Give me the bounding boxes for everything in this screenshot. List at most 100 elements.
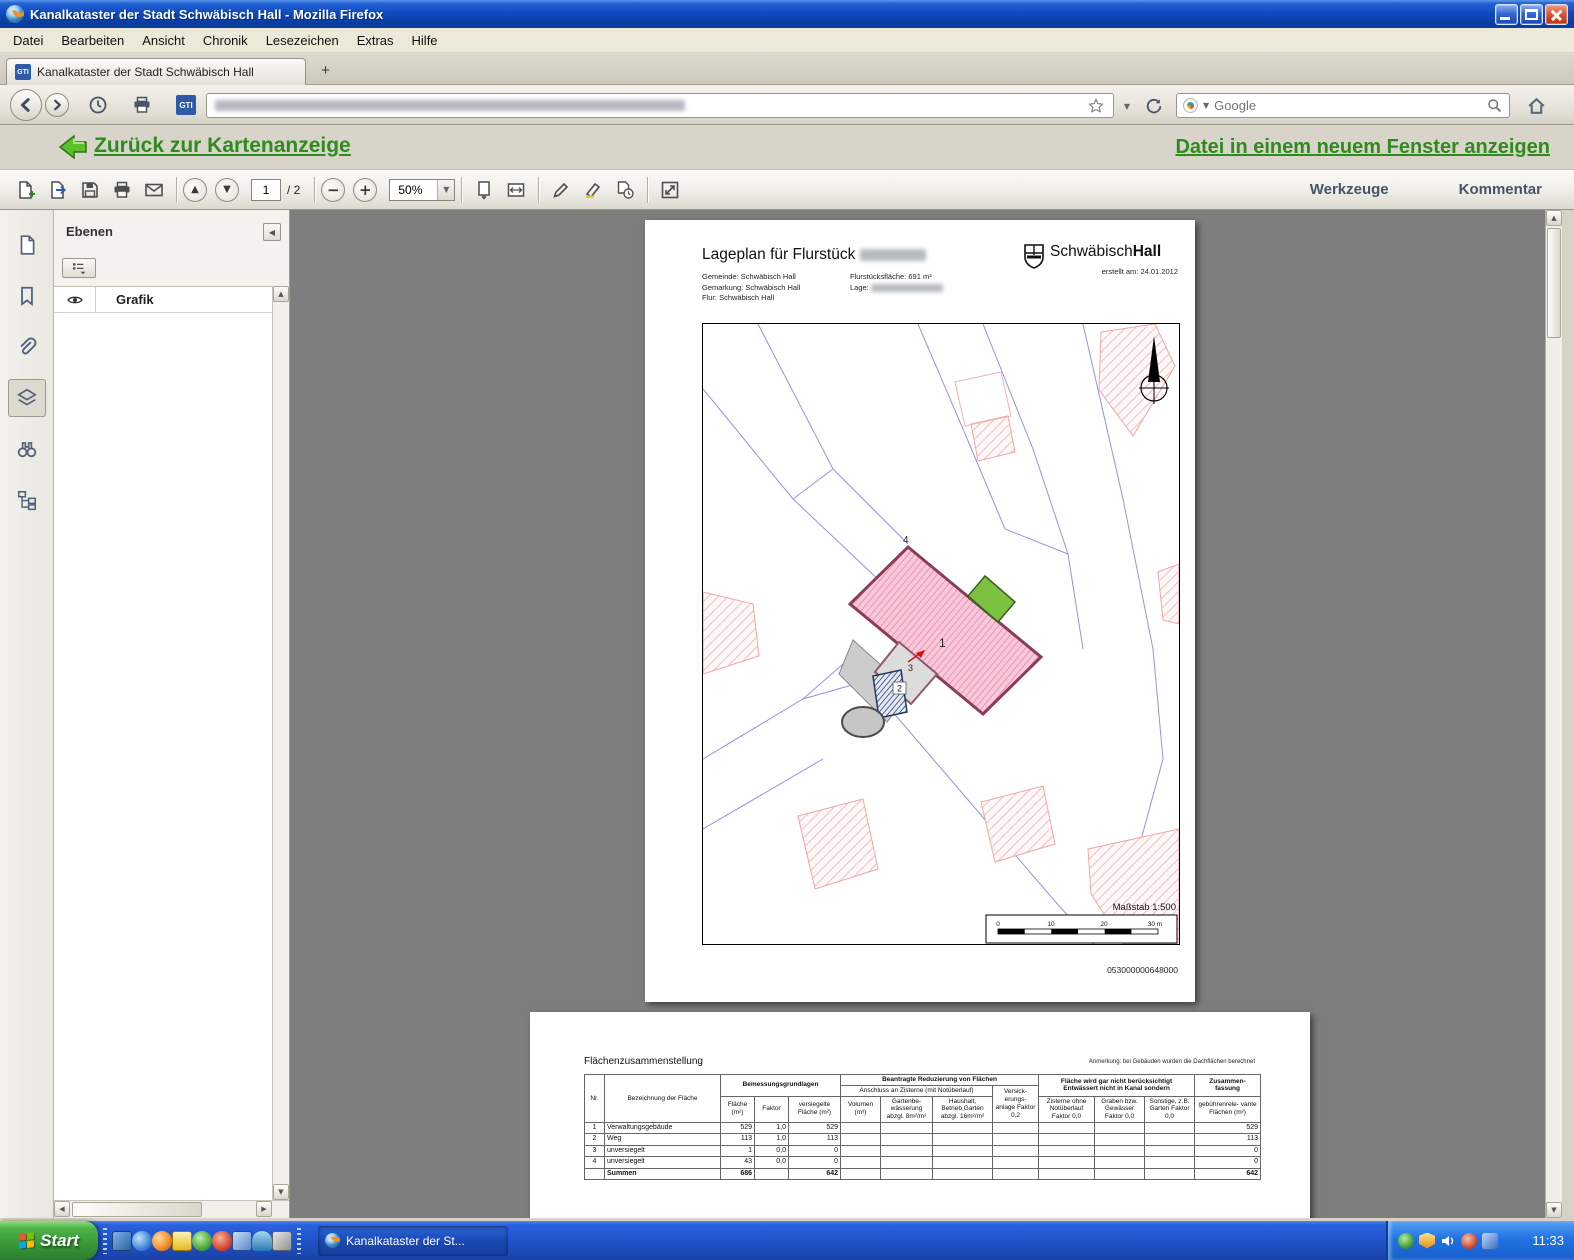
search-icon[interactable]	[8, 430, 46, 468]
page-number-input[interactable]	[251, 179, 281, 201]
scrollbar-thumb[interactable]	[1547, 228, 1561, 338]
print-document-icon[interactable]	[106, 176, 138, 204]
tray-icon[interactable]	[1398, 1233, 1414, 1249]
create-pdf-icon[interactable]	[10, 176, 42, 204]
tray-shield-icon[interactable]	[1419, 1233, 1435, 1249]
scroll-up-icon[interactable]: ▲	[273, 286, 289, 302]
model-tree-icon[interactable]	[8, 481, 46, 519]
table-cell: 0	[1195, 1157, 1261, 1168]
quicklaunch-icon[interactable]	[192, 1231, 212, 1251]
page-thumbnails-icon[interactable]	[8, 226, 46, 264]
layer-row-grafik[interactable]: Grafik	[54, 287, 289, 313]
history-icon[interactable]	[84, 91, 112, 119]
scroll-right-icon[interactable]: ▶	[256, 1201, 272, 1217]
pdf-viewer: Ebenen ◀ Grafik ▲ ▼ ◀ ▶	[0, 210, 1574, 1218]
table-cell	[993, 1157, 1039, 1168]
redacted-url-text	[215, 100, 685, 111]
tools-panel-button[interactable]: Werkzeuge	[1310, 181, 1389, 198]
menu-extras[interactable]: Extras	[348, 30, 403, 51]
collapse-panel-icon[interactable]: ◀	[263, 223, 281, 241]
panel-vertical-scrollbar[interactable]: ▲ ▼	[272, 286, 289, 1200]
tray-icon[interactable]	[1482, 1233, 1498, 1249]
table-cell: 113	[1195, 1134, 1261, 1145]
tray-volume-icon[interactable]	[1440, 1233, 1456, 1249]
gti-site-button[interactable]: GTI	[172, 91, 200, 119]
url-bar[interactable]	[206, 93, 1114, 118]
menu-lesezeichen[interactable]: Lesezeichen	[257, 30, 348, 51]
windows-flag-icon	[19, 1232, 34, 1249]
quicklaunch-icon[interactable]	[252, 1231, 272, 1251]
menu-hilfe[interactable]: Hilfe	[403, 30, 447, 51]
panel-horizontal-scrollbar[interactable]: ◀ ▶	[54, 1200, 289, 1218]
search-box[interactable]: ▼	[1176, 93, 1510, 118]
document-vertical-scrollbar[interactable]: ▲ ▼	[1545, 210, 1562, 1218]
zoom-out-button[interactable]: −	[321, 178, 345, 202]
back-button[interactable]	[10, 89, 42, 121]
quicklaunch-icon[interactable]	[212, 1231, 232, 1251]
open-in-new-window-link[interactable]: Datei in einem neuem Fenster anzeigen	[1175, 136, 1550, 159]
tray-icon[interactable]	[1461, 1233, 1477, 1249]
layers-icon[interactable]	[8, 379, 46, 417]
fill-sign-icon[interactable]	[545, 176, 577, 204]
next-page-button[interactable]: ▼	[215, 178, 239, 202]
scroll-down-icon[interactable]: ▼	[273, 1184, 289, 1200]
export-pdf-icon[interactable]	[42, 176, 74, 204]
bookmarks-icon[interactable]	[8, 277, 46, 315]
url-dropdown-icon[interactable]: ▼	[1118, 96, 1136, 116]
save-icon[interactable]	[74, 176, 106, 204]
document-area[interactable]: Lageplan für Flurstück Gemeinde: Schwäbi…	[290, 210, 1545, 1218]
attachments-icon[interactable]	[8, 328, 46, 366]
fullscreen-icon[interactable]	[654, 176, 686, 204]
home-icon[interactable]	[1522, 91, 1550, 119]
bookmark-star-icon[interactable]	[1087, 97, 1105, 115]
menu-chronik[interactable]: Chronik	[194, 30, 257, 51]
layer-visibility-eye-icon[interactable]	[54, 287, 96, 312]
scroll-up-icon[interactable]: ▲	[1546, 210, 1562, 226]
quicklaunch-icon[interactable]	[132, 1231, 152, 1251]
quicklaunch-icon[interactable]	[172, 1231, 192, 1251]
zoom-in-button[interactable]: +	[353, 178, 377, 202]
zoom-dropdown-icon[interactable]: ▼	[437, 180, 454, 200]
email-icon[interactable]	[138, 176, 170, 204]
taskband-grip[interactable]	[297, 1228, 301, 1254]
minimize-button[interactable]	[1495, 4, 1518, 25]
start-button[interactable]: Start	[0, 1221, 98, 1260]
comment-panel-button[interactable]: Kommentar	[1459, 181, 1542, 198]
scroll-left-icon[interactable]: ◀	[54, 1201, 70, 1217]
highlight-icon[interactable]	[577, 176, 609, 204]
table-cell: 113	[721, 1134, 755, 1145]
tab-kanalkataster[interactable]: GTI Kanalkataster der Stadt Schwäbisch H…	[6, 58, 306, 85]
table-cell	[1095, 1134, 1145, 1145]
zoom-level-select[interactable]: 50% ▼	[389, 179, 455, 201]
scrollbar-thumb[interactable]	[72, 1202, 202, 1217]
search-engine-dropdown-icon[interactable]: ▼	[1203, 101, 1209, 110]
scroll-mode-icon[interactable]	[468, 176, 500, 204]
created-date: erstellt am: 24.01.2012	[1025, 267, 1178, 276]
taskbar-item-kanalkataster[interactable]: Kanalkataster der St...	[318, 1226, 508, 1256]
forward-button[interactable]	[45, 93, 69, 117]
scroll-down-icon[interactable]: ▼	[1546, 1202, 1562, 1218]
close-button[interactable]	[1545, 4, 1568, 25]
quicklaunch-icon[interactable]	[272, 1231, 292, 1251]
quicklaunch-icon[interactable]	[152, 1231, 172, 1251]
search-input[interactable]	[1214, 98, 1481, 113]
menu-datei[interactable]: Datei	[4, 30, 52, 51]
menu-ansicht[interactable]: Ansicht	[133, 30, 194, 51]
new-tab-button[interactable]: +	[312, 60, 339, 82]
maximize-button[interactable]	[1520, 4, 1543, 25]
redacted-address	[871, 284, 943, 292]
document-history-icon[interactable]	[609, 176, 641, 204]
quicklaunch-icon[interactable]	[112, 1231, 132, 1251]
reload-icon[interactable]	[1140, 92, 1168, 120]
fit-width-icon[interactable]	[500, 176, 532, 204]
quicklaunch-grip[interactable]	[103, 1228, 107, 1254]
page1-meta-right: Flurstücksfläche: 691 m² Lage:	[850, 272, 943, 293]
layer-options-icon[interactable]	[62, 258, 96, 278]
back-to-map-link[interactable]: Zurück zur Kartenanzeige	[94, 134, 351, 158]
quicklaunch-icon[interactable]	[232, 1231, 252, 1251]
print-icon[interactable]	[128, 91, 156, 119]
search-magnifier-icon[interactable]	[1486, 97, 1503, 114]
menu-bearbeiten[interactable]: Bearbeiten	[52, 30, 133, 51]
previous-page-button[interactable]: ▲	[183, 178, 207, 202]
layers-panel: Ebenen ◀ Grafik ▲ ▼ ◀ ▶	[54, 210, 290, 1218]
